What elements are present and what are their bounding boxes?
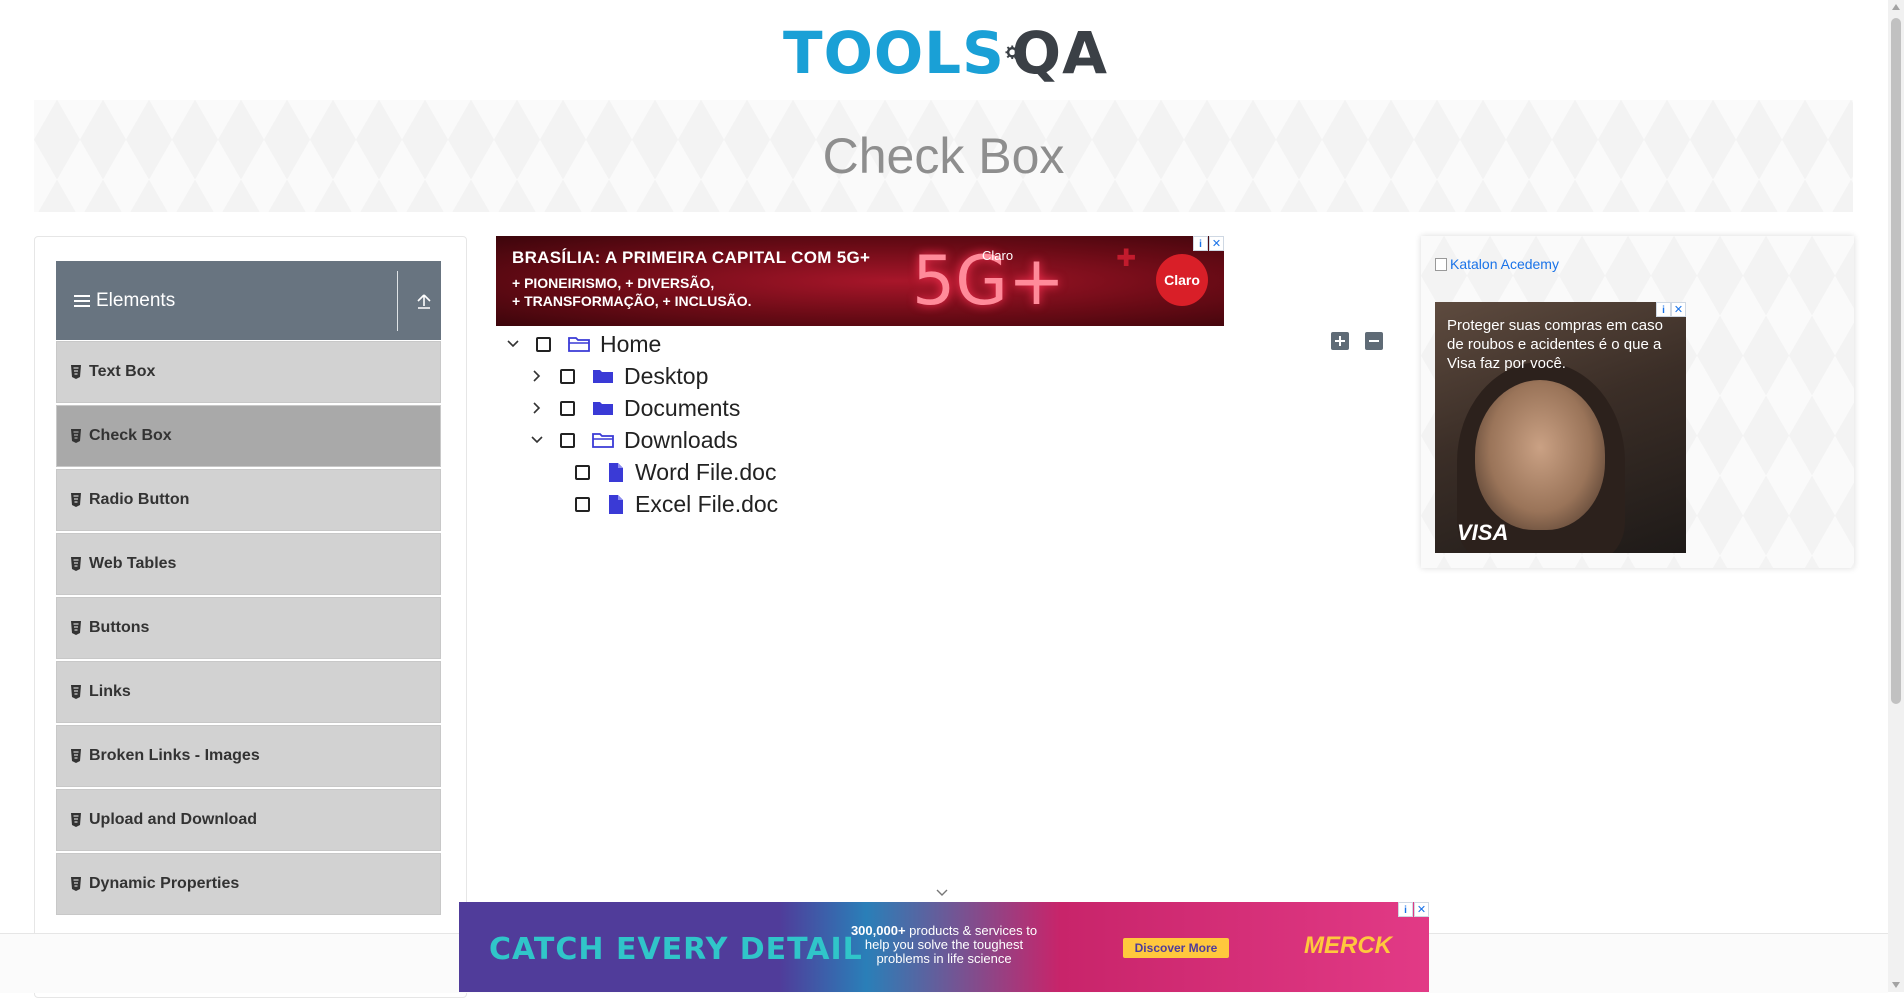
sidebar-item-radio-button[interactable]: Radio Button xyxy=(56,469,441,531)
chevron-down-icon[interactable] xyxy=(506,337,520,351)
checkbox-downloads[interactable] xyxy=(560,432,575,448)
sidebar-item-upload-download[interactable]: Upload and Download xyxy=(56,789,441,851)
page-title: Check Box xyxy=(822,128,1065,184)
sidebar-item-label: Upload and Download xyxy=(89,811,257,828)
ad-subline: + PIONEIRISMO, + DIVERSÃO, + TRANSFORMAÇ… xyxy=(512,275,752,309)
collapse-all-button[interactable] xyxy=(1365,332,1383,350)
sidebar-item-label: Buttons xyxy=(89,619,150,636)
scrollbar-thumb[interactable] xyxy=(1891,18,1901,704)
checkbox-word-file[interactable] xyxy=(575,464,590,480)
file-icon xyxy=(609,462,623,482)
tree-label[interactable]: Documents xyxy=(624,395,740,422)
folder-open-icon xyxy=(568,337,590,352)
sidebar-item-label: Text Box xyxy=(89,363,156,380)
logo-text-qa: QA xyxy=(1011,19,1108,87)
tree-node-word-file: Word File.doc xyxy=(575,456,776,488)
ad-close-icon[interactable]: ✕ xyxy=(1414,902,1429,917)
page-banner: Check Box xyxy=(34,100,1853,212)
tree-label[interactable]: Desktop xyxy=(624,363,708,390)
tree-label[interactable]: Downloads xyxy=(624,427,738,454)
claro-ad-banner[interactable]: BRASÍLIA: A PRIMEIRA CAPITAL COM 5G+ + P… xyxy=(496,236,1224,326)
ad-catch-text: CATCH EVERY DETAIL xyxy=(489,932,863,967)
elements-group-header[interactable]: Elements xyxy=(56,261,441,340)
checkbox-documents[interactable] xyxy=(560,400,575,416)
ad-info-icon[interactable]: i xyxy=(1398,902,1413,917)
tree-node-home: Home xyxy=(506,328,661,360)
sidebar-item-text-box[interactable]: Text Box xyxy=(56,341,441,403)
tree-node-downloads: Downloads xyxy=(530,424,738,456)
html5-icon xyxy=(71,621,81,635)
scroll-up-arrow-icon[interactable] xyxy=(1892,4,1900,10)
claro-logo: Claro xyxy=(1156,254,1208,306)
html5-icon xyxy=(71,877,81,891)
html5-icon xyxy=(71,365,81,379)
expand-all-button[interactable] xyxy=(1331,332,1349,350)
folder-icon xyxy=(593,402,613,415)
sidebar-item-label: Dynamic Properties xyxy=(89,875,240,892)
sidebar-item-links[interactable]: Links xyxy=(56,661,441,723)
chevron-down-icon[interactable] xyxy=(530,433,544,447)
tree-node-excel-file: Excel File.doc xyxy=(575,488,778,520)
chevron-right-icon[interactable] xyxy=(530,369,544,383)
merck-ad-banner[interactable]: CATCH EVERY DETAIL 300,000+ products & s… xyxy=(459,902,1429,992)
folder-icon xyxy=(593,370,613,383)
visa-ad[interactable]: Proteger suas compras em caso de roubos … xyxy=(1435,302,1686,553)
ad-close-icon[interactable]: ✕ xyxy=(1209,236,1224,251)
sidebar-item-label: Check Box xyxy=(89,427,172,444)
html5-icon xyxy=(71,429,81,443)
katalon-alt-text: Katalon Acedemy xyxy=(1450,256,1559,272)
scroll-down-arrow-icon[interactable] xyxy=(1892,982,1900,988)
ad-brand-small: Claro xyxy=(982,248,1014,263)
checkbox-home[interactable] xyxy=(536,336,551,352)
sidebar-item-label: Web Tables xyxy=(89,555,177,572)
broken-image-icon xyxy=(1435,257,1447,271)
ad-description: 300,000+ products & services to help you… xyxy=(850,923,1038,966)
sidebar-item-label: Radio Button xyxy=(89,491,190,508)
visa-ad-text: Proteger suas compras em caso de roubos … xyxy=(1447,317,1663,372)
file-icon xyxy=(609,494,623,514)
tree-label[interactable]: Excel File.doc xyxy=(635,491,778,518)
html5-icon xyxy=(71,493,81,507)
sidebar-item-label: Broken Links - Images xyxy=(89,747,260,764)
ad-info-icon[interactable]: i xyxy=(1193,236,1208,251)
tree-node-documents: Documents xyxy=(530,392,740,424)
logo-text: TOOLS xyxy=(783,19,1005,87)
minus-icon xyxy=(1369,340,1379,342)
sidebar-item-buttons[interactable]: Buttons xyxy=(56,597,441,659)
ad-headline: BRASÍLIA: A PRIMEIRA CAPITAL COM 5G+ xyxy=(512,248,871,267)
checkbox-excel-file[interactable] xyxy=(575,496,590,512)
html5-icon xyxy=(71,749,81,763)
sidebar-item-check-box[interactable]: Check Box xyxy=(56,405,441,467)
sidebar-item-web-tables[interactable]: Web Tables xyxy=(56,533,441,595)
tree-label[interactable]: Word File.doc xyxy=(635,459,776,486)
folder-open-icon xyxy=(592,433,614,448)
ad-plus-mark: ✚ xyxy=(1116,245,1137,272)
plus-icon xyxy=(1335,336,1345,346)
checkbox-desktop[interactable] xyxy=(560,368,575,384)
toolsqa-logo[interactable]: TOOLS QA xyxy=(783,16,1108,90)
html5-icon xyxy=(71,685,81,699)
html5-icon xyxy=(71,813,81,827)
katalon-academy-link[interactable]: Katalon Acedemy xyxy=(1435,256,1559,272)
sidebar-item-label: Links xyxy=(89,683,131,700)
sidebar-item-dynamic-properties[interactable]: Dynamic Properties xyxy=(56,853,441,915)
header-divider xyxy=(397,271,398,331)
page-scrollbar[interactable] xyxy=(1888,0,1904,992)
ad-info-icon[interactable]: i xyxy=(1656,302,1671,317)
sidebar-item-broken-links[interactable]: Broken Links - Images xyxy=(56,725,441,787)
group-title: Elements xyxy=(96,289,176,311)
tree-node-desktop: Desktop xyxy=(530,360,708,392)
collapse-arrow-up-icon[interactable] xyxy=(415,291,433,311)
visa-logo: VISA xyxy=(1457,520,1509,545)
menu-icon xyxy=(74,294,90,307)
html5-icon xyxy=(71,557,81,571)
ad-photo-face xyxy=(1475,380,1605,530)
chevron-down-icon[interactable] xyxy=(935,888,949,898)
sidebar-menu: Text Box Check Box Radio Button Web Tabl… xyxy=(56,341,441,917)
chevron-right-icon[interactable] xyxy=(530,401,544,415)
merck-logo: MERCK xyxy=(1304,932,1392,959)
discover-more-button[interactable]: Discover More xyxy=(1123,938,1229,958)
ad-close-icon[interactable]: ✕ xyxy=(1671,302,1686,317)
tree-label[interactable]: Home xyxy=(600,331,661,358)
